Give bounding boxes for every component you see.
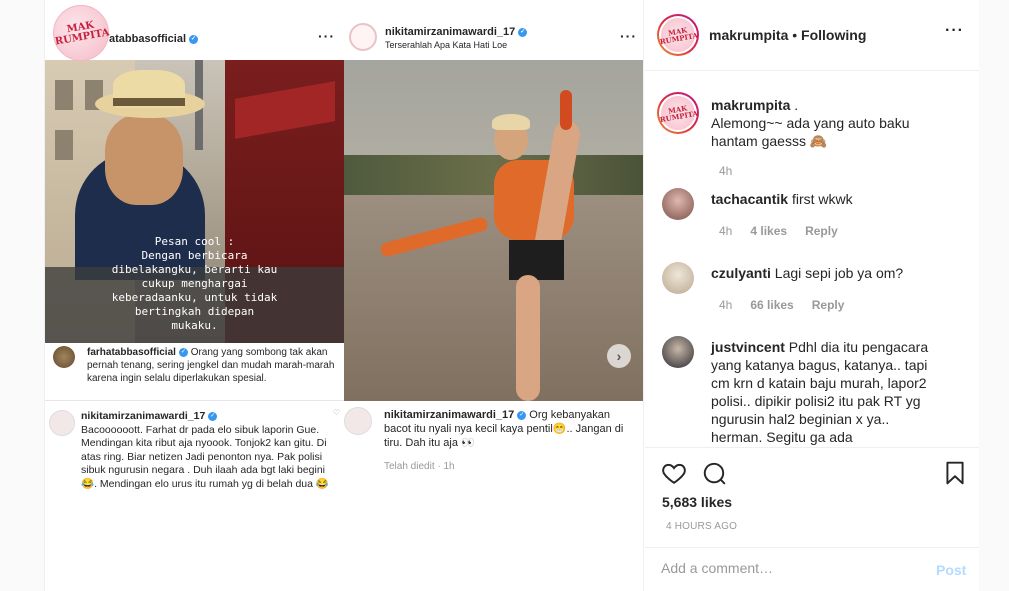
more-options-button[interactable]: ···	[945, 22, 964, 40]
post-media[interactable]: atabbasofficial ✓ ··· MAK RUMPITA Pesan …	[45, 0, 644, 591]
story-header: nikitamirzanimawardi_17 ✓ Terserahlah Apa…	[344, 20, 643, 56]
save-bookmark-icon[interactable]	[942, 460, 968, 486]
heart-icon: ♡	[333, 408, 341, 417]
comment-username: nikitamirzanimawardi_17	[81, 410, 206, 422]
post-comment-button[interactable]: Post	[936, 562, 966, 578]
comment-text: first wkwk	[791, 191, 853, 207]
profile-avatar[interactable]: MAK RUMPITA	[657, 14, 699, 56]
comment-time[interactable]: 4h	[719, 298, 732, 312]
avatar	[344, 407, 372, 435]
more-options-icon: ···	[318, 28, 335, 44]
like-heart-icon[interactable]	[661, 460, 687, 486]
comment-bubble-icon[interactable]	[701, 460, 727, 486]
add-comment-input[interactable]	[661, 560, 921, 576]
mak-rumpita-logo: MAK RUMPITA	[53, 5, 110, 61]
instagram-post: atabbasofficial ✓ ··· MAK RUMPITA Pesan …	[44, 0, 979, 591]
screenshot-right: nikitamirzanimawardi_17 ✓ Terserahlah Apa…	[333, 0, 643, 591]
photo-man-street: Pesan cool : Dengan berbicara dibelakang…	[45, 60, 344, 343]
more-options-icon: ···	[620, 28, 637, 44]
following-button[interactable]: Following	[801, 27, 866, 43]
story-username: nikitamirzanimawardi_17 ✓	[385, 26, 528, 38]
comments-list[interactable]: MAK RUMPITA makrumpita . Alemong~~ ada yan…	[645, 72, 979, 447]
header-separator: •	[788, 27, 802, 43]
logo-text: MAK RUMPITA	[658, 103, 699, 125]
likes-count[interactable]: 5,683 likes	[662, 494, 732, 510]
avatar[interactable]	[662, 336, 694, 368]
story-username: atabbasofficial ✓	[109, 33, 199, 45]
verified-icon: ✓	[518, 27, 528, 37]
header-username[interactable]: makrumpita	[709, 27, 788, 43]
reply-button[interactable]: Reply	[805, 224, 838, 238]
avatar[interactable]	[662, 262, 694, 294]
comment-meta: Telah diedit · 1h	[384, 461, 455, 472]
comment-time[interactable]: 4h	[719, 224, 732, 238]
post-sidebar: MAK RUMPITA makrumpita • Following ··· MA…	[645, 0, 979, 591]
verified-icon: ✓	[178, 347, 188, 357]
avatar[interactable]	[662, 188, 694, 220]
caption-username[interactable]: makrumpita	[711, 97, 790, 113]
caption-time[interactable]: 4h	[719, 164, 732, 178]
screenshot-left: atabbasofficial ✓ ··· MAK RUMPITA Pesan …	[45, 0, 344, 591]
verified-icon: ✓	[208, 411, 218, 421]
caption-dot: .	[790, 97, 799, 113]
comment-username: nikitamirzanimawardi_17	[384, 409, 515, 421]
overlay-quote: Pesan cool : Dengan berbicara dibelakang…	[111, 235, 278, 332]
verified-icon: ✓	[189, 34, 199, 44]
comment-likes[interactable]: 66 likes	[750, 298, 793, 312]
post-header: MAK RUMPITA makrumpita • Following ···	[645, 0, 979, 71]
comment-text: Bacoooooott. Farhat dr pada elo sibuk la…	[81, 423, 329, 490]
logo-text: MAK RUMPITA	[658, 25, 699, 47]
avatar	[53, 346, 75, 368]
logo-text: MAK RUMPITA	[53, 19, 110, 48]
avatar	[349, 23, 377, 51]
story-subtitle: Terserahlah Apa Kata Hati Loe	[385, 40, 508, 50]
comment-username: farhatabbasofficial	[87, 347, 176, 358]
add-comment-bar: Post	[645, 547, 979, 591]
reply-button[interactable]: Reply	[812, 298, 845, 312]
comment-likes[interactable]: 4 likes	[750, 224, 787, 238]
caption-avatar[interactable]: MAK RUMPITA	[657, 92, 699, 134]
photo-woman-kick: ›	[344, 60, 643, 401]
post-timestamp[interactable]: 4 HOURS AGO	[666, 521, 737, 532]
caption-text: Alemong~~ ada yang auto baku hantam gaes…	[711, 115, 910, 149]
action-bar: 5,683 likes 4 HOURS AGO	[645, 447, 979, 547]
verified-icon: ✓	[517, 410, 527, 420]
comment-username[interactable]: justvincent	[711, 339, 785, 355]
avatar	[49, 410, 75, 436]
next-slide-button[interactable]: ›	[607, 344, 631, 368]
divider	[45, 400, 344, 401]
comment-text: Lagi sepi job ya om?	[774, 265, 904, 281]
comment-username[interactable]: czulyanti	[711, 265, 771, 281]
comment-username[interactable]: tachacantik	[711, 191, 788, 207]
